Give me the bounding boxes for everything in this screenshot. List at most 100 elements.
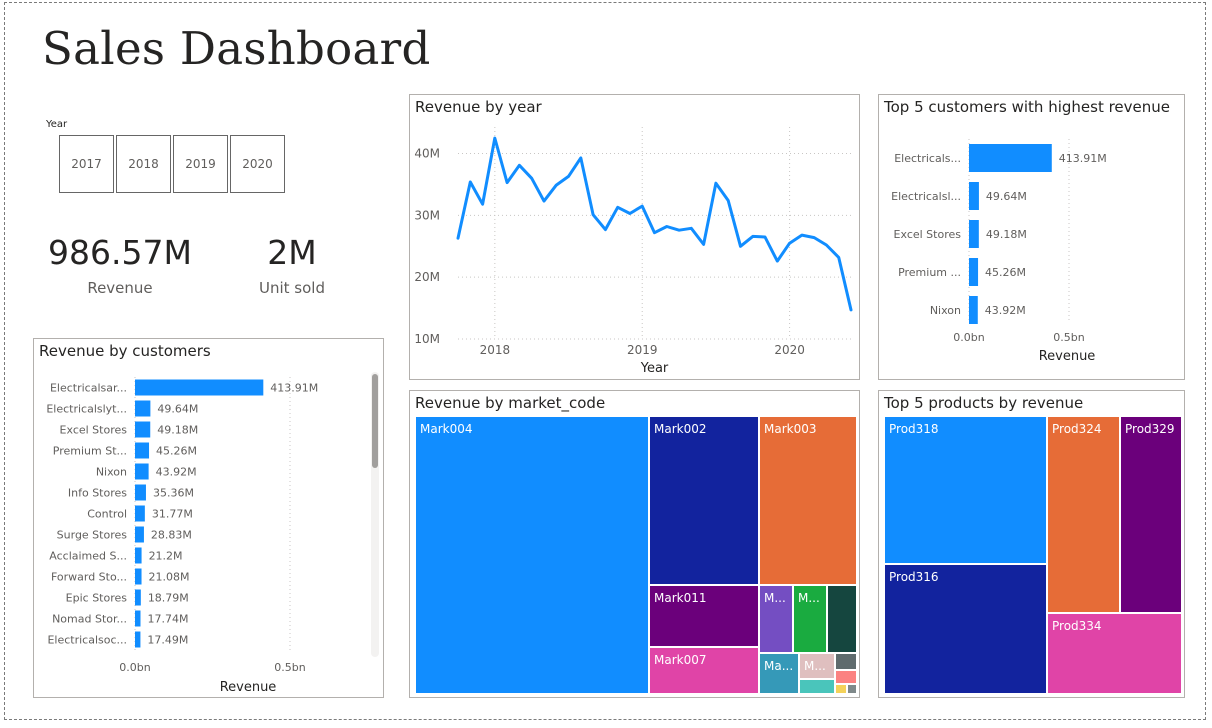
- bar: [969, 220, 979, 248]
- data-label: 18.79M: [148, 592, 189, 605]
- category-label: Premium ...: [898, 266, 961, 279]
- bar: [135, 442, 150, 459]
- category-label: Acclaimed S...: [49, 550, 127, 563]
- customers-scrollbar-thumb[interactable]: [372, 374, 378, 468]
- category-label: Surge Stores: [57, 529, 128, 542]
- data-label: 49.18M: [157, 424, 198, 437]
- products-treemap: Prod318 Prod316 Prod324 Prod329 Prod334: [884, 416, 1182, 694]
- year-option-2020[interactable]: 2020: [230, 135, 285, 193]
- category-label: Epic Stores: [66, 592, 128, 605]
- treemap-cell-mark007[interactable]: Mark007: [649, 647, 759, 694]
- x-tick-label: 0.0bn: [953, 331, 984, 344]
- category-label: Electricalslyt...: [46, 403, 127, 416]
- year-option-2018[interactable]: 2018: [116, 135, 171, 193]
- data-label: 31.77M: [152, 508, 193, 521]
- products-treemap-card[interactable]: Top 5 products by revenue Prod318 Prod31…: [878, 390, 1185, 698]
- bar: [969, 144, 1052, 172]
- y-tick-label: 20M: [414, 270, 440, 284]
- treemap-cell-mark011[interactable]: Mark011: [649, 585, 759, 647]
- treemap-cell-mark002[interactable]: Mark002: [649, 416, 759, 585]
- category-label: Premium St...: [53, 445, 127, 458]
- top5-customers-card[interactable]: Top 5 customers with highest revenue 0.0…: [878, 94, 1185, 380]
- data-label: 28.83M: [151, 529, 192, 542]
- data-label: 17.74M: [147, 613, 188, 626]
- bar: [135, 610, 141, 627]
- bar: [135, 484, 146, 501]
- x-tick-label: 2020: [774, 343, 805, 357]
- treemap-label-mark004: Mark004: [420, 422, 473, 436]
- year-option-2017[interactable]: 2017: [59, 135, 114, 193]
- x-tick-label: 2019: [627, 343, 658, 357]
- treemap-cell-prod329[interactable]: Prod329: [1120, 416, 1182, 613]
- treemap-cell-prod334[interactable]: Prod334: [1047, 613, 1182, 694]
- bar: [135, 631, 141, 648]
- treemap-cell-small-4[interactable]: Ma...: [759, 653, 799, 694]
- treemap-cell-small-5[interactable]: M...: [799, 653, 835, 679]
- treemap-cell-small-9[interactable]: [835, 684, 847, 694]
- treemap-cell-small-6[interactable]: [799, 679, 835, 694]
- treemap-label-mark003: Mark003: [764, 422, 817, 436]
- bar: [135, 379, 264, 396]
- bar: [135, 400, 151, 417]
- data-label: 43.92M: [985, 304, 1026, 317]
- treemap-cell-mark004[interactable]: Mark004: [415, 416, 649, 694]
- y-tick-label: 40M: [414, 147, 440, 161]
- revenue-by-customers-chart: 0.0bn 0.5bn Revenue Electricalsar... 413.91M…: [46, 377, 318, 695]
- data-label: 49.64M: [986, 190, 1027, 203]
- revenue-by-year-chart: 10M 20M 30M 40M 2018 2019 2020 Year: [414, 127, 853, 376]
- kpi-units-label: Unit sold: [259, 279, 325, 297]
- treemap-label-mark002: Mark002: [654, 422, 707, 436]
- treemap-label-small-5: M...: [804, 659, 826, 673]
- treemap-cell-small-1[interactable]: M...: [759, 585, 793, 653]
- x-tick-label: 0.5bn: [1053, 331, 1084, 344]
- bar: [135, 589, 141, 606]
- bar: [135, 505, 145, 522]
- treemap-cell-small-7[interactable]: [835, 653, 857, 670]
- treemap-label-prod324: Prod324: [1052, 422, 1102, 436]
- bar: [969, 182, 979, 210]
- data-label: 45.26M: [156, 445, 197, 458]
- market-code-treemap-title: Revenue by market_code: [415, 394, 606, 412]
- treemap-cell-small-10[interactable]: [847, 684, 857, 694]
- data-label: 43.92M: [156, 466, 197, 479]
- bar: [969, 258, 979, 286]
- x-tick-label: 0.0bn: [119, 661, 150, 674]
- treemap-cell-prod318[interactable]: Prod318: [884, 416, 1047, 564]
- treemap-cell-small-2[interactable]: M...: [793, 585, 827, 653]
- treemap-label-small-4: Ma...: [764, 659, 794, 673]
- data-label: 35.36M: [153, 487, 194, 500]
- data-label: 413.91M: [1059, 152, 1107, 165]
- treemap-cell-mark003[interactable]: Mark003: [759, 416, 857, 585]
- y-tick-label: 10M: [414, 332, 440, 346]
- bar: [135, 421, 151, 438]
- kpi-revenue-label: Revenue: [87, 279, 153, 297]
- top5-customers-chart: 0.0bn 0.5bn Revenue Electricals... 413.91M El…: [891, 139, 1107, 364]
- treemap-cell-prod324[interactable]: Prod324: [1047, 416, 1120, 613]
- treemap-label-prod334: Prod334: [1052, 619, 1102, 633]
- revenue-by-year-card[interactable]: Revenue by year 10M 20M 30M 40M 2018 2019 2020…: [409, 94, 860, 380]
- category-label: Nixon: [930, 304, 961, 317]
- year-slicer-title: Year: [46, 119, 68, 130]
- data-label: 49.18M: [986, 228, 1027, 241]
- x-tick-label: 2018: [480, 343, 511, 357]
- category-label: Excel Stores: [894, 228, 962, 241]
- bar: [969, 296, 978, 324]
- market-code-treemap: Mark004 Mark002 Mark003 Mark011 Mark007 …: [415, 416, 857, 694]
- revenue-by-customers-card[interactable]: Revenue by customers 0.0bn 0.5bn Revenue El…: [33, 338, 384, 698]
- treemap-cell-small-8[interactable]: [835, 670, 857, 684]
- treemap-label-small-2: M...: [798, 591, 820, 605]
- category-label: Forward Sto...: [51, 571, 127, 584]
- x-axis-title: Year: [640, 361, 669, 376]
- category-label: Electricalsar...: [50, 382, 127, 395]
- bar: [135, 526, 144, 543]
- treemap-cell-prod316[interactable]: Prod316: [884, 564, 1047, 694]
- revenue-line-series: [456, 136, 853, 312]
- market-code-treemap-card[interactable]: Revenue by market_code Mark004 Mark002 M…: [409, 390, 860, 698]
- products-treemap-title: Top 5 products by revenue: [884, 394, 1084, 412]
- category-label: Nixon: [96, 466, 127, 479]
- x-axis-title: Revenue: [1039, 349, 1096, 364]
- treemap-label-small-1: M...: [764, 591, 786, 605]
- data-label: 21.08M: [149, 571, 190, 584]
- treemap-cell-small-3[interactable]: [827, 585, 857, 653]
- year-option-2019[interactable]: 2019: [173, 135, 228, 193]
